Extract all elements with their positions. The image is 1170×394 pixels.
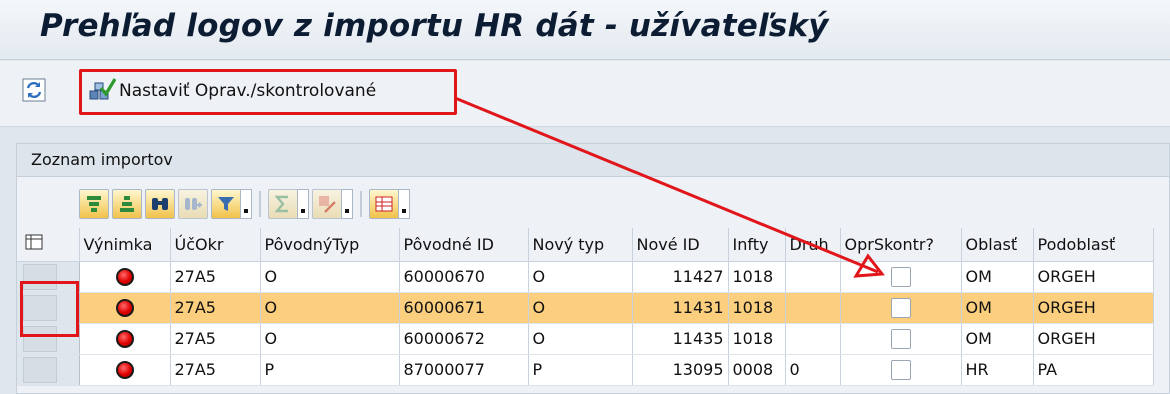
annotation-arrow [454,96,885,278]
